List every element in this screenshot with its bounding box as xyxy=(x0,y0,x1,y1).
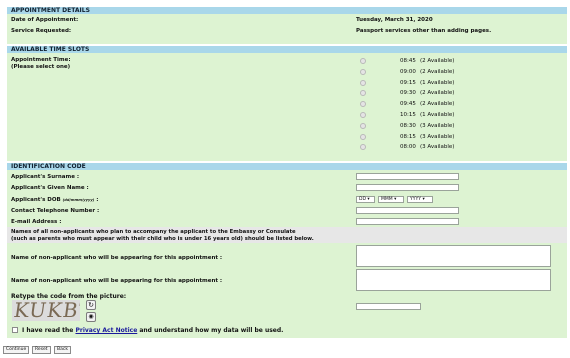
dob-day-value: DD xyxy=(359,197,366,202)
time-slots-panel xyxy=(7,53,567,161)
non-applicant-textarea-1[interactable] xyxy=(356,245,551,267)
time-slot-availability: (3 Available) xyxy=(420,133,455,140)
phone-input[interactable] xyxy=(356,207,459,214)
time-slot-time: 08:15 xyxy=(400,133,416,140)
dob-year-value: YYYY xyxy=(410,197,421,202)
refresh-captcha-icon[interactable]: ↻ xyxy=(86,300,96,310)
chevron-down-icon: ▾ xyxy=(394,197,397,202)
time-slot-time: 09:30 xyxy=(400,90,416,97)
dob-year-select[interactable]: YYYY ▾ xyxy=(407,196,433,203)
date-of-appointment-value: Tuesday, March 31, 2020 xyxy=(356,17,433,23)
time-slot-time: 08:30 xyxy=(400,122,416,129)
captcha-image: KUKBT xyxy=(12,300,80,321)
privacy-act-link[interactable]: Privacy Act Notice xyxy=(75,327,137,334)
time-slot-time: 08:00 xyxy=(400,144,416,151)
dob-day-select[interactable]: DD ▾ xyxy=(356,196,375,203)
time-slot-time: 09:00 xyxy=(400,68,416,75)
time-slot-availability: (1 Available) xyxy=(420,112,455,118)
dob-month-value: MMM xyxy=(381,197,393,202)
appointment-details-header: APPOINTMENT DETAILS xyxy=(7,7,567,14)
email-label: E-mail Address : xyxy=(11,219,62,225)
dob-label: Applicant's DOB xyxy=(11,197,61,203)
select-one-hint: (Please select one) xyxy=(11,64,71,70)
time-slot-time: 10:15 xyxy=(400,112,416,118)
time-slot-radio[interactable] xyxy=(360,122,366,129)
time-slot-availability: (2 Available) xyxy=(420,101,455,108)
non-applicant-label-1: Name of non-applicant who will be appear… xyxy=(11,255,223,261)
appointment-time-label: Appointment Time: xyxy=(11,57,71,63)
given-name-input[interactable] xyxy=(356,184,459,191)
service-requested-label: Service Requested: xyxy=(11,28,72,34)
dob-month-select[interactable]: MMM ▾ xyxy=(378,196,404,203)
captcha-input[interactable] xyxy=(356,303,421,310)
service-requested-value: Passport services other than adding page… xyxy=(356,28,492,34)
non-applicant-label-2: Name of non-applicant who will be appear… xyxy=(11,278,223,284)
identification-header: IDENTIFICATION CODE xyxy=(7,163,567,170)
privacy-suffix: and understand how my data will be used. xyxy=(139,327,284,334)
time-slot-radio[interactable] xyxy=(360,112,366,118)
time-slot-time: 09:15 xyxy=(400,79,416,86)
chevron-down-icon: ▾ xyxy=(367,197,370,202)
time-slot-time: 08:45 xyxy=(400,58,416,64)
date-of-appointment-label: Date of Appointment: xyxy=(11,17,79,23)
time-slot-time: 09:45 xyxy=(400,101,416,108)
button-bar xyxy=(0,344,570,358)
time-slot-availability: (2 Available) xyxy=(420,90,455,97)
captcha-label: Retype the code from the picture: xyxy=(11,293,127,300)
names-note-line1: Names of all non-applicants who plan to … xyxy=(11,229,296,235)
time-slot-radio[interactable] xyxy=(360,58,366,64)
privacy-statement: I have read the Privacy Act Notice and u… xyxy=(22,327,283,334)
surname-input[interactable] xyxy=(356,173,459,180)
time-slots-header: AVAILABLE TIME SLOTS xyxy=(7,46,567,53)
surname-label: Applicant's Surname : xyxy=(11,174,80,180)
time-slot-radio[interactable] xyxy=(360,79,366,86)
time-slot-availability: (2 Available) xyxy=(420,58,455,64)
continue-button[interactable]: Continue xyxy=(3,346,30,354)
time-slot-availability: (2 Available) xyxy=(420,68,455,75)
captcha-text: KUKBT xyxy=(12,300,80,321)
given-name-label: Applicant's Given Name : xyxy=(11,185,89,191)
names-note-line2: (such as parents who must appear with th… xyxy=(11,236,314,242)
phone-label: Contact Telephone Number : xyxy=(11,208,100,214)
time-slot-availability: (3 Available) xyxy=(420,122,455,129)
time-slot-availability: (3 Available) xyxy=(420,144,455,151)
dob-colon: : xyxy=(96,197,99,203)
privacy-prefix: I have read the xyxy=(22,327,74,334)
email-input[interactable] xyxy=(356,218,459,225)
audio-captcha-icon[interactable]: ◉ xyxy=(86,312,96,322)
time-slot-radio[interactable] xyxy=(360,68,366,75)
back-button[interactable]: Back xyxy=(54,346,71,354)
privacy-checkbox[interactable] xyxy=(12,327,18,333)
non-applicant-textarea-2[interactable] xyxy=(356,269,551,291)
time-slot-availability: (1 Available) xyxy=(420,79,455,86)
time-slot-radio[interactable] xyxy=(360,133,366,140)
dob-hint: (dd/mmm/yyyy) xyxy=(62,198,95,202)
reset-button[interactable]: Reset xyxy=(32,346,51,354)
chevron-down-icon: ▾ xyxy=(422,197,425,202)
dob-label-group: Applicant's DOB (dd/mmm/yyyy) : xyxy=(11,197,98,203)
